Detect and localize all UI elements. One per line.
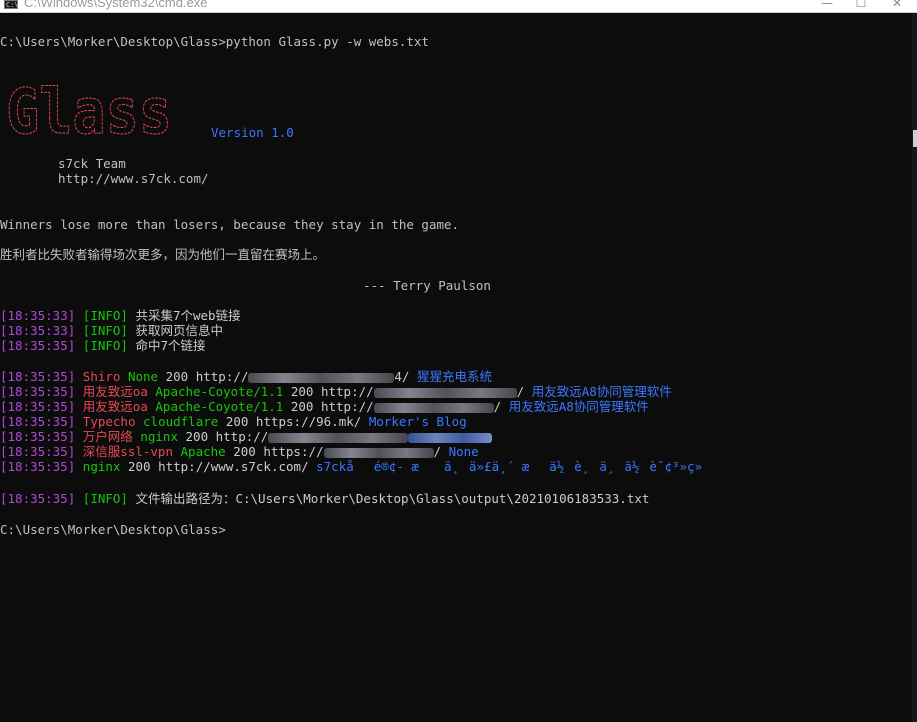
- scrollbar-thumb[interactable]: [913, 130, 917, 147]
- prompt-line[interactable]: C:\Users\Morker\Desktop\Glass>: [0, 522, 226, 537]
- server-name: cloudflare: [143, 414, 219, 429]
- redacted-title: [408, 432, 493, 443]
- logo-text: Glass: [6, 75, 172, 141]
- info-text: 共采集7个web链接: [135, 308, 241, 323]
- cms-name: Shiro: [82, 369, 121, 384]
- timestamp: [18:35:35]: [0, 338, 76, 353]
- team-label: s7ck Team: [58, 156, 126, 171]
- cms-name: 用友致远oa: [82, 399, 148, 414]
- version-label: Version 1.0: [211, 125, 294, 140]
- timestamp: [18:35:35]: [0, 444, 76, 459]
- cms-name: 用友致远oa: [82, 384, 148, 399]
- url-text: https://: [263, 444, 324, 459]
- timestamp: [18:35:35]: [0, 384, 76, 399]
- redacted-url: [373, 402, 494, 413]
- window-title: C:\Windows\System32\cmd.exe: [24, 0, 208, 10]
- info-tag: [INFO]: [82, 323, 128, 338]
- timestamp: [18:35:35]: [0, 459, 76, 474]
- glass-ascii-logo: Glass: [6, 75, 173, 141]
- redacted-url: [323, 447, 434, 458]
- quote-author: --- Terry Paulson: [363, 278, 491, 293]
- page-title: s7ckåé®¢- æ ä¸ä»£ä¸´ æä½è¸ä¸ä½…: [316, 459, 713, 474]
- result-row: [18:35:35] Typecho cloudflare 200 https:…: [0, 414, 467, 429]
- close-button[interactable]: ✕: [882, 0, 912, 10]
- url-text: http://: [215, 429, 269, 444]
- page-title: 用友致远A8协同管理软件: [508, 399, 649, 414]
- team-url: http://www.s7ck.com/: [58, 171, 209, 186]
- url-text: 4/: [394, 369, 410, 384]
- url-text: http://: [320, 399, 374, 414]
- url-text: https://96.mk/: [255, 414, 362, 429]
- status-code: 200: [290, 399, 314, 414]
- timestamp: [18:35:35]: [0, 369, 76, 384]
- server-name: nginx: [140, 429, 178, 444]
- info-text: 获取网页信息中: [135, 323, 223, 338]
- timestamp: [18:35:33]: [0, 308, 76, 323]
- status-code: 200: [127, 459, 151, 474]
- timestamp: [18:35:35]: [0, 399, 76, 414]
- result-row: [18:35:35] 用友致远oa Apache-Coyote/1.1 200 …: [0, 384, 672, 399]
- timestamp: [18:35:35]: [0, 414, 76, 429]
- info-text: 命中7个链接: [135, 338, 206, 353]
- info-line: [18:35:33] [INFO] 共采集7个web链接: [0, 308, 241, 323]
- status-code: 200: [233, 444, 256, 459]
- cmd-window: C:\ C:\Windows\System32\cmd.exe — ☐ ✕ C:…: [0, 0, 917, 722]
- info-tag: [INFO]: [82, 338, 128, 353]
- minimize-button[interactable]: —: [812, 0, 842, 10]
- quote-english: Winners lose more than losers, because t…: [0, 217, 460, 232]
- cms-name: 深信服ssl-vpn: [82, 444, 173, 459]
- status-code: 200: [225, 414, 249, 429]
- page-title: None: [448, 444, 479, 459]
- url-text: http://www.s7ck.com/: [158, 459, 309, 474]
- info-tag: [INFO]: [82, 308, 128, 323]
- redacted-url: [248, 372, 395, 383]
- result-row: [18:35:35] 万户网络 nginx 200 http://: [0, 429, 493, 444]
- server-name: nginx: [82, 459, 121, 474]
- info-tag: [INFO]: [82, 491, 128, 506]
- status-code: 200: [290, 384, 314, 399]
- maximize-button[interactable]: ☐: [846, 0, 876, 10]
- server-name: Apache-Coyote/1.1: [155, 384, 284, 399]
- info-line: [18:35:35] [INFO] 命中7个链接: [0, 338, 206, 353]
- title-bar[interactable]: C:\ C:\Windows\System32\cmd.exe — ☐ ✕: [0, 0, 917, 13]
- result-row: [18:35:35] Shiro None 200 http:// 4/ 猩猩充电…: [0, 369, 492, 384]
- server-name: None: [127, 369, 159, 384]
- status-code: 200: [165, 369, 189, 384]
- url-text: http://: [195, 369, 249, 384]
- result-row: [18:35:35] nginx 200 http://www.s7ck.com…: [0, 459, 712, 474]
- terminal-output[interactable]: C:\Users\Morker\Desktop\Glass>python Gla…: [0, 13, 912, 722]
- server-name: Apache-Coyote/1.1: [155, 399, 284, 414]
- url-text: /: [493, 399, 502, 414]
- redacted-url: [268, 432, 409, 443]
- quote-chinese: 胜利者比失败者输得场次更多，因为他们一直留在赛场上。: [0, 247, 326, 262]
- result-row: [18:35:35] 深信服ssl-vpn Apache 200 https:/…: [0, 444, 479, 459]
- cms-name: 万户网络: [82, 429, 133, 444]
- redacted-url: [373, 387, 517, 398]
- status-code: 200: [185, 429, 209, 444]
- cmd-app-icon: C:\: [4, 0, 19, 9]
- server-name: Apache: [180, 444, 226, 459]
- url-text: /: [433, 444, 442, 459]
- result-row: [18:35:35] 用友致远oa Apache-Coyote/1.1 200 …: [0, 399, 649, 414]
- timestamp: [18:35:33]: [0, 323, 76, 338]
- page-title: 猩猩充电系统: [417, 369, 493, 384]
- command-line: C:\Users\Morker\Desktop\Glass>python Gla…: [0, 34, 429, 49]
- timestamp: [18:35:35]: [0, 491, 76, 506]
- url-text: /: [516, 384, 525, 399]
- cms-name: Typecho: [82, 414, 136, 429]
- page-title: Morker's Blog: [368, 414, 467, 429]
- timestamp: [18:35:35]: [0, 429, 76, 444]
- url-text: http://: [320, 384, 374, 399]
- page-title: 用友致远A8协同管理软件: [531, 384, 672, 399]
- output-path-text: 文件输出路径为：C:\Users\Morker\Desktop\Glass\ou…: [135, 491, 650, 506]
- vertical-scrollbar[interactable]: [912, 13, 917, 722]
- info-line: [18:35:33] [INFO] 获取网页信息中: [0, 323, 223, 338]
- output-path-line: [18:35:35] [INFO] 文件输出路径为：C:\Users\Morke…: [0, 491, 649, 506]
